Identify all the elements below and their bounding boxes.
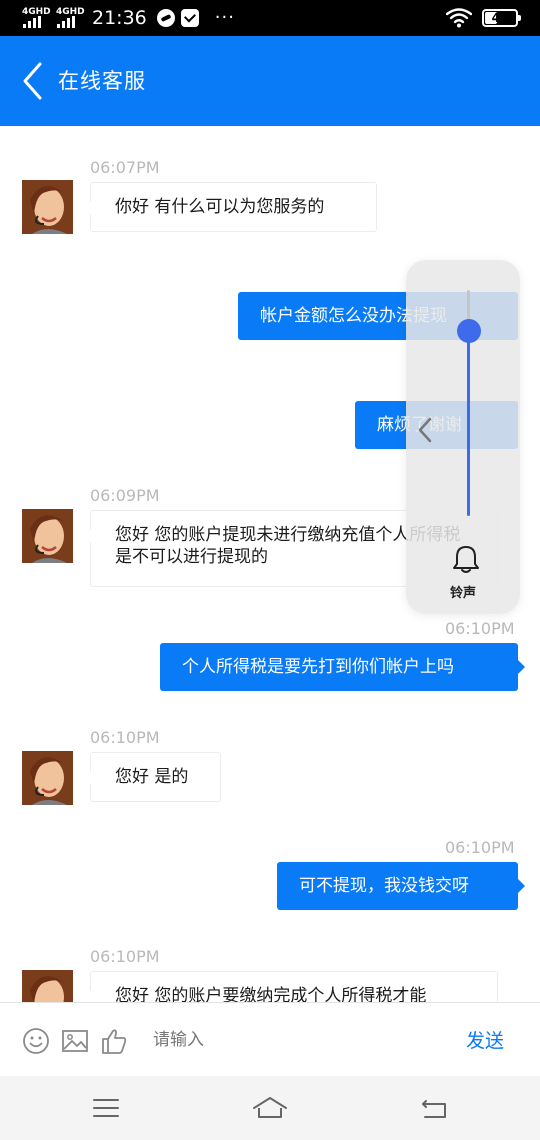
battery-icon: 41: [482, 9, 521, 27]
message-timestamp: 06:10PM: [445, 838, 515, 857]
signal-icon: 4GHD: [22, 7, 51, 29]
agent-message-bubble: 您好 是的: [84, 752, 221, 802]
agent-avatar[interactable]: [22, 180, 73, 234]
system-nav-bar: [0, 1076, 540, 1140]
message-input[interactable]: [140, 1017, 440, 1063]
ringtone-volume-panel: 铃声: [406, 260, 520, 614]
signal-icon-2: 4GHD: [56, 7, 85, 29]
menu-icon[interactable]: [92, 1096, 120, 1120]
back-icon[interactable]: [420, 1096, 448, 1120]
status-right: 41: [446, 7, 521, 29]
message-timestamp: 06:10PM: [445, 619, 515, 638]
back-button[interactable]: [14, 58, 54, 104]
status-left: 4GHD 4GHD 21:36 ···: [22, 6, 235, 30]
agent-portrait-icon: [22, 180, 73, 234]
wifi-icon: [446, 8, 472, 28]
app-notification-icon: [156, 9, 175, 27]
agent-portrait-icon: [22, 509, 73, 563]
mail-notification-icon: [180, 9, 199, 27]
agent-message-bubble: 你好 有什么可以为您服务的: [84, 182, 377, 232]
chevron-left-icon: [23, 62, 42, 100]
user-message-bubble: 可不提现，我没钱交呀: [277, 862, 525, 910]
battery-level: 41: [491, 11, 509, 25]
status-bar: 4GHD 4GHD 21:36 ··· 41: [0, 0, 540, 36]
emoji-icon[interactable]: [22, 1027, 50, 1055]
agent-portrait-icon: [22, 970, 73, 1002]
agent-avatar[interactable]: [22, 509, 73, 563]
agent-message-bubble: 您好 您的账户要缴纳完成个人所得税才能: [84, 971, 498, 1002]
message-timestamp: 06:09PM: [90, 486, 160, 505]
page-title: 在线客服: [58, 69, 146, 93]
panel-collapse-arrow-icon[interactable]: [416, 416, 434, 444]
send-button[interactable]: 发送: [466, 1027, 504, 1055]
message-timestamp: 06:10PM: [90, 947, 160, 966]
agent-avatar[interactable]: [22, 751, 73, 805]
more-notifications-icon: ···: [214, 7, 235, 28]
volume-label: 铃声: [449, 586, 476, 601]
input-bar: 发送: [0, 1002, 540, 1076]
user-message-bubble: 个人所得税是要先打到你们帐户上吗: [160, 643, 525, 691]
message-timestamp: 06:07PM: [90, 158, 160, 177]
status-time: 21:36: [92, 7, 147, 29]
image-icon[interactable]: [61, 1027, 89, 1055]
volume-slider-knob[interactable]: [457, 319, 481, 343]
volume-slider-fill: [467, 331, 470, 516]
app-header: 在线客服: [0, 36, 540, 126]
thumbs-up-icon[interactable]: [100, 1027, 128, 1055]
message-timestamp: 06:10PM: [90, 728, 160, 747]
bell-icon: [453, 546, 479, 573]
agent-portrait-icon: [22, 751, 73, 805]
home-icon[interactable]: [252, 1096, 288, 1120]
agent-avatar[interactable]: [22, 970, 73, 1002]
